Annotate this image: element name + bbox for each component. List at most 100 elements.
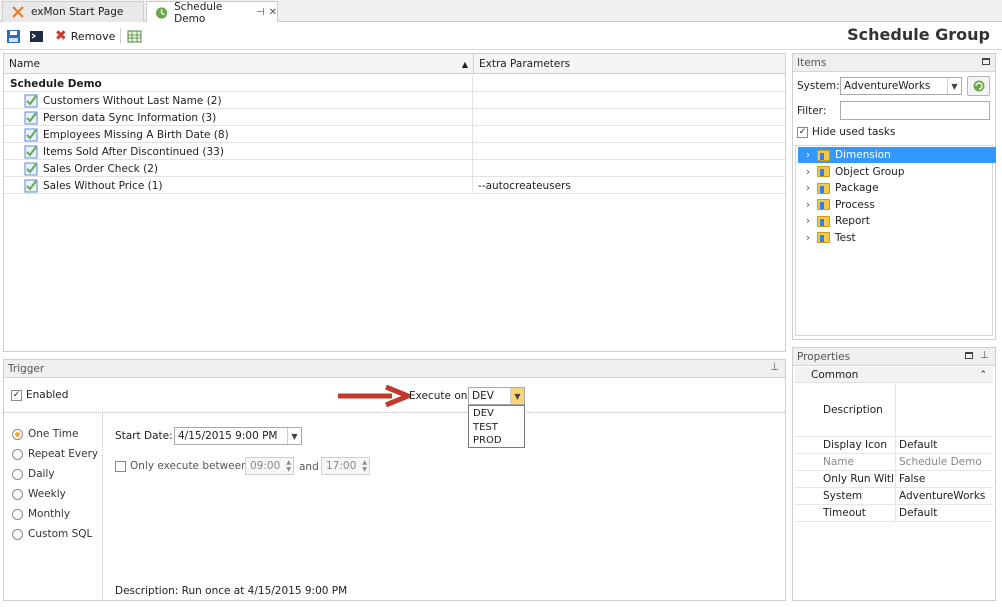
tab-label: exMon Start Page [31, 6, 124, 18]
schedule-type-radio[interactable]: Monthly [12, 506, 70, 522]
table-row[interactable]: Employees Missing A Birth Date (8) [4, 126, 785, 143]
column-header-extra-parameters[interactable]: Extra Parameters [474, 54, 785, 74]
property-name: Description [823, 404, 883, 416]
property-category-common[interactable]: Common ⌃ [795, 367, 993, 383]
system-select[interactable]: AdventureWorks ▼ [840, 77, 962, 95]
property-row[interactable]: Name Schedule Demo [795, 454, 993, 471]
between-to-input[interactable]: 17:00 ▲ ▼ [321, 457, 370, 475]
property-row[interactable]: Only Run With IFalse [795, 471, 993, 488]
property-name: Timeout [823, 507, 866, 519]
group-row[interactable]: Schedule Demo [4, 75, 785, 92]
enabled-checkbox[interactable]: ✓ Enabled [11, 389, 68, 401]
start-date-label: Start Date: [115, 430, 173, 442]
chevron-up-icon[interactable]: ⌃ [979, 370, 987, 380]
only-execute-between-checkbox[interactable]: Only execute between [115, 460, 248, 472]
hide-used-tasks-checkbox[interactable]: ✓ Hide used tasks [797, 126, 895, 138]
between-from-input[interactable]: 09:00 ▲ ▼ [245, 457, 294, 475]
schedule-type-radio[interactable]: One Time [12, 426, 78, 442]
property-value[interactable]: Schedule Demo [895, 454, 991, 470]
tree-item[interactable]: › Report [798, 213, 996, 229]
task-name: Sales Without Price (1) [43, 179, 163, 192]
property-value[interactable] [895, 384, 991, 436]
exmon-logo-icon [12, 6, 24, 18]
close-icon[interactable]: ✕ [269, 7, 277, 18]
items-header: Items [793, 54, 995, 72]
console-button[interactable] [29, 27, 44, 45]
schedule-type-label: Monthly [28, 508, 71, 520]
pin-icon[interactable]: ⊣ [256, 7, 265, 18]
chevron-down-icon[interactable]: ▼ [947, 78, 961, 94]
extra-parameters-cell[interactable]: --autocreateusers [474, 177, 784, 194]
schedule-type-radio[interactable]: Weekly [12, 486, 66, 502]
schedule-type-radio[interactable]: Daily [12, 466, 55, 482]
test-task-icon [24, 162, 38, 175]
chevron-right-icon[interactable]: › [802, 149, 814, 161]
dropdown-option[interactable]: DEV [471, 407, 522, 420]
extra-parameters-cell[interactable] [474, 92, 784, 109]
schedule-icon [155, 6, 168, 19]
tree-item[interactable]: › Package [798, 180, 996, 196]
tree-item[interactable]: › Test [798, 230, 996, 246]
between-label: Only execute between [130, 460, 248, 472]
execute-on-dropdown: DEV TEST PROD [468, 405, 525, 448]
remove-icon: ✖ [55, 28, 67, 44]
remove-button[interactable]: ✖ Remove [55, 27, 115, 45]
tree-item[interactable]: › Process [798, 197, 996, 213]
dropdown-option[interactable]: TEST [471, 421, 522, 434]
chevron-down-icon[interactable]: ▼ [510, 388, 524, 404]
pin-icon[interactable]: ⊥ [770, 362, 779, 373]
checkbox-unchecked-icon [115, 460, 126, 472]
extra-parameters-cell[interactable] [474, 126, 784, 143]
property-value[interactable]: False [895, 471, 991, 487]
chevron-down-icon[interactable]: ▼ [287, 428, 301, 444]
grid-view-button[interactable] [127, 27, 142, 45]
filter-input[interactable] [840, 101, 990, 120]
column-header-name[interactable]: Name ▲ [4, 54, 474, 74]
extra-parameters-cell[interactable] [474, 160, 784, 177]
table-row[interactable]: Customers Without Last Name (2) [4, 92, 785, 109]
chevron-right-icon[interactable]: › [802, 199, 814, 211]
tab-exmon-start-page[interactable]: exMon Start Page [2, 1, 144, 22]
system-label: System: [797, 80, 840, 92]
property-row[interactable]: Display Icon Default [795, 437, 993, 454]
red-arrow-icon [338, 385, 410, 407]
extra-parameters-cell[interactable] [474, 109, 784, 126]
table-row[interactable]: Sales Without Price (1) --autocreateusers [4, 177, 785, 194]
chevron-right-icon[interactable]: › [802, 166, 814, 178]
schedule-divider [102, 413, 103, 600]
chevron-right-icon[interactable]: › [802, 182, 814, 194]
property-row[interactable]: Timeout Default [795, 505, 993, 522]
pin-icon[interactable]: ⊥ [980, 350, 989, 361]
extra-parameters-cell[interactable] [474, 143, 784, 160]
property-row[interactable]: System AdventureWorks [795, 488, 993, 505]
spinner-icon[interactable]: ▲ ▼ [362, 459, 367, 473]
tree-item[interactable]: › Object Group [798, 164, 996, 180]
property-row[interactable]: Description [795, 384, 993, 437]
refresh-button[interactable] [967, 76, 990, 96]
chevron-right-icon[interactable]: › [802, 232, 814, 244]
maximize-icon[interactable] [982, 58, 990, 65]
save-button[interactable] [6, 27, 21, 45]
tree-item[interactable]: › Dimension [798, 147, 996, 163]
property-value[interactable]: Default [895, 437, 991, 453]
property-value[interactable]: AdventureWorks [895, 488, 991, 504]
table-row[interactable]: Person data Sync Information (3) [4, 109, 785, 126]
dropdown-option[interactable]: PROD [471, 434, 522, 447]
schedule-type-radio[interactable]: Custom SQL [12, 526, 92, 542]
sort-asc-icon: ▲ [461, 59, 468, 69]
execute-on-select[interactable]: DEV ▼ [468, 387, 525, 405]
tab-schedule-demo[interactable]: Schedule Demo ⊣ ✕ [146, 1, 278, 25]
start-date-picker[interactable]: 4/15/2015 9:00 PM ▼ [174, 427, 302, 445]
table-row[interactable]: Sales Order Check (2) [4, 160, 785, 177]
property-value[interactable]: Default [895, 505, 991, 521]
table-row[interactable]: Items Sold After Discontinued (33) [4, 143, 785, 160]
chevron-right-icon[interactable]: › [802, 215, 814, 227]
spinner-icon[interactable]: ▲ ▼ [286, 459, 291, 473]
task-name-cell: Customers Without Last Name (2) [4, 92, 473, 109]
schedule-type-radio[interactable]: Repeat Every [12, 446, 98, 462]
test-task-icon [24, 94, 38, 107]
maximize-icon[interactable] [965, 352, 973, 359]
refresh-icon [973, 80, 984, 92]
task-name: Employees Missing A Birth Date (8) [43, 128, 229, 141]
checkbox-checked-icon: ✓ [11, 389, 22, 401]
